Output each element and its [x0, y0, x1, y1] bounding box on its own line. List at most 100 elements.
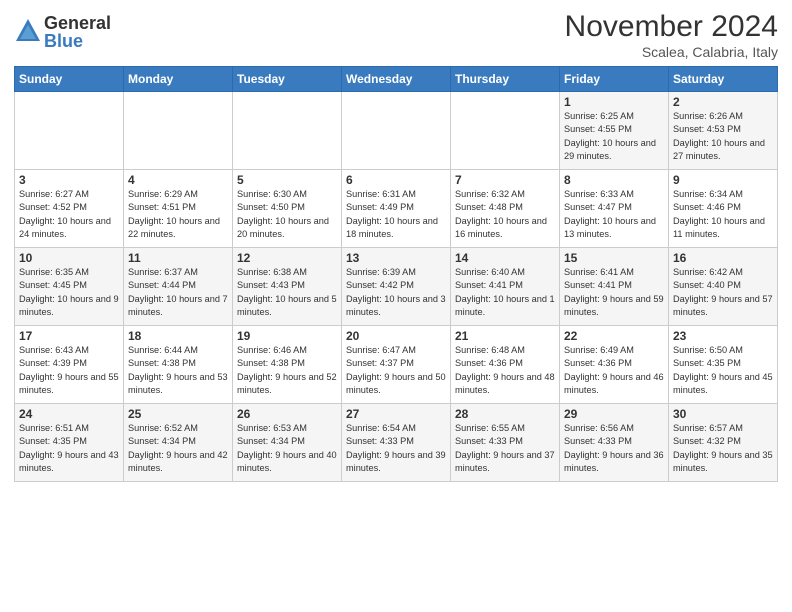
- day-number: 28: [455, 407, 555, 421]
- day-info: Sunrise: 6:46 AM Sunset: 4:38 PM Dayligh…: [237, 344, 337, 397]
- day-number: 16: [673, 251, 773, 265]
- day-info: Sunrise: 6:38 AM Sunset: 4:43 PM Dayligh…: [237, 266, 337, 319]
- day-number: 10: [19, 251, 119, 265]
- day-number: 13: [346, 251, 446, 265]
- day-info: Sunrise: 6:37 AM Sunset: 4:44 PM Dayligh…: [128, 266, 228, 319]
- day-number: 9: [673, 173, 773, 187]
- day-info: Sunrise: 6:25 AM Sunset: 4:55 PM Dayligh…: [564, 110, 664, 163]
- day-number: 25: [128, 407, 228, 421]
- day-info: Sunrise: 6:26 AM Sunset: 4:53 PM Dayligh…: [673, 110, 773, 163]
- day-number: 8: [564, 173, 664, 187]
- day-info: Sunrise: 6:30 AM Sunset: 4:50 PM Dayligh…: [237, 188, 337, 241]
- day-number: 20: [346, 329, 446, 343]
- day-number: 27: [346, 407, 446, 421]
- day-info: Sunrise: 6:39 AM Sunset: 4:42 PM Dayligh…: [346, 266, 446, 319]
- header: General Blue November 2024 Scalea, Calab…: [14, 10, 778, 60]
- table-row: 29Sunrise: 6:56 AM Sunset: 4:33 PM Dayli…: [560, 404, 669, 482]
- month-title: November 2024: [565, 10, 778, 44]
- day-info: Sunrise: 6:43 AM Sunset: 4:39 PM Dayligh…: [19, 344, 119, 397]
- logo-text: General Blue: [44, 14, 111, 50]
- table-row: 27Sunrise: 6:54 AM Sunset: 4:33 PM Dayli…: [342, 404, 451, 482]
- table-row: 7Sunrise: 6:32 AM Sunset: 4:48 PM Daylig…: [451, 170, 560, 248]
- table-row: 18Sunrise: 6:44 AM Sunset: 4:38 PM Dayli…: [124, 326, 233, 404]
- table-row: 17Sunrise: 6:43 AM Sunset: 4:39 PM Dayli…: [15, 326, 124, 404]
- day-number: 12: [237, 251, 337, 265]
- table-row: 5Sunrise: 6:30 AM Sunset: 4:50 PM Daylig…: [233, 170, 342, 248]
- logo-icon: [14, 17, 42, 45]
- table-row: 11Sunrise: 6:37 AM Sunset: 4:44 PM Dayli…: [124, 248, 233, 326]
- day-number: 22: [564, 329, 664, 343]
- day-number: 6: [346, 173, 446, 187]
- table-row: [15, 92, 124, 170]
- table-row: 10Sunrise: 6:35 AM Sunset: 4:45 PM Dayli…: [15, 248, 124, 326]
- day-number: 26: [237, 407, 337, 421]
- day-info: Sunrise: 6:40 AM Sunset: 4:41 PM Dayligh…: [455, 266, 555, 319]
- day-number: 23: [673, 329, 773, 343]
- table-row: 1Sunrise: 6:25 AM Sunset: 4:55 PM Daylig…: [560, 92, 669, 170]
- calendar-body: 1Sunrise: 6:25 AM Sunset: 4:55 PM Daylig…: [15, 92, 778, 482]
- calendar-header: Sunday Monday Tuesday Wednesday Thursday…: [15, 67, 778, 92]
- table-row: 24Sunrise: 6:51 AM Sunset: 4:35 PM Dayli…: [15, 404, 124, 482]
- table-row: 15Sunrise: 6:41 AM Sunset: 4:41 PM Dayli…: [560, 248, 669, 326]
- day-info: Sunrise: 6:54 AM Sunset: 4:33 PM Dayligh…: [346, 422, 446, 475]
- logo-general: General: [44, 14, 111, 32]
- table-row: 9Sunrise: 6:34 AM Sunset: 4:46 PM Daylig…: [669, 170, 778, 248]
- table-row: 16Sunrise: 6:42 AM Sunset: 4:40 PM Dayli…: [669, 248, 778, 326]
- day-number: 1: [564, 95, 664, 109]
- table-row: [233, 92, 342, 170]
- table-row: 28Sunrise: 6:55 AM Sunset: 4:33 PM Dayli…: [451, 404, 560, 482]
- day-info: Sunrise: 6:41 AM Sunset: 4:41 PM Dayligh…: [564, 266, 664, 319]
- day-number: 7: [455, 173, 555, 187]
- title-block: November 2024 Scalea, Calabria, Italy: [565, 10, 778, 60]
- day-info: Sunrise: 6:53 AM Sunset: 4:34 PM Dayligh…: [237, 422, 337, 475]
- header-saturday: Saturday: [669, 67, 778, 92]
- table-row: [451, 92, 560, 170]
- day-info: Sunrise: 6:29 AM Sunset: 4:51 PM Dayligh…: [128, 188, 228, 241]
- header-friday: Friday: [560, 67, 669, 92]
- day-info: Sunrise: 6:48 AM Sunset: 4:36 PM Dayligh…: [455, 344, 555, 397]
- day-info: Sunrise: 6:33 AM Sunset: 4:47 PM Dayligh…: [564, 188, 664, 241]
- day-number: 24: [19, 407, 119, 421]
- table-row: 21Sunrise: 6:48 AM Sunset: 4:36 PM Dayli…: [451, 326, 560, 404]
- location: Scalea, Calabria, Italy: [565, 44, 778, 60]
- table-row: [342, 92, 451, 170]
- day-info: Sunrise: 6:31 AM Sunset: 4:49 PM Dayligh…: [346, 188, 446, 241]
- table-row: 20Sunrise: 6:47 AM Sunset: 4:37 PM Dayli…: [342, 326, 451, 404]
- day-number: 15: [564, 251, 664, 265]
- table-row: 13Sunrise: 6:39 AM Sunset: 4:42 PM Dayli…: [342, 248, 451, 326]
- day-info: Sunrise: 6:47 AM Sunset: 4:37 PM Dayligh…: [346, 344, 446, 397]
- table-row: 12Sunrise: 6:38 AM Sunset: 4:43 PM Dayli…: [233, 248, 342, 326]
- day-number: 21: [455, 329, 555, 343]
- day-info: Sunrise: 6:57 AM Sunset: 4:32 PM Dayligh…: [673, 422, 773, 475]
- day-number: 19: [237, 329, 337, 343]
- table-row: 3Sunrise: 6:27 AM Sunset: 4:52 PM Daylig…: [15, 170, 124, 248]
- day-info: Sunrise: 6:32 AM Sunset: 4:48 PM Dayligh…: [455, 188, 555, 241]
- day-info: Sunrise: 6:34 AM Sunset: 4:46 PM Dayligh…: [673, 188, 773, 241]
- day-info: Sunrise: 6:35 AM Sunset: 4:45 PM Dayligh…: [19, 266, 119, 319]
- day-number: 2: [673, 95, 773, 109]
- day-info: Sunrise: 6:55 AM Sunset: 4:33 PM Dayligh…: [455, 422, 555, 475]
- header-sunday: Sunday: [15, 67, 124, 92]
- day-number: 11: [128, 251, 228, 265]
- day-number: 29: [564, 407, 664, 421]
- day-number: 17: [19, 329, 119, 343]
- table-row: 2Sunrise: 6:26 AM Sunset: 4:53 PM Daylig…: [669, 92, 778, 170]
- table-row: 23Sunrise: 6:50 AM Sunset: 4:35 PM Dayli…: [669, 326, 778, 404]
- header-monday: Monday: [124, 67, 233, 92]
- header-tuesday: Tuesday: [233, 67, 342, 92]
- day-number: 5: [237, 173, 337, 187]
- logo-blue: Blue: [44, 32, 111, 50]
- table-row: 6Sunrise: 6:31 AM Sunset: 4:49 PM Daylig…: [342, 170, 451, 248]
- day-number: 3: [19, 173, 119, 187]
- day-info: Sunrise: 6:49 AM Sunset: 4:36 PM Dayligh…: [564, 344, 664, 397]
- table-row: 14Sunrise: 6:40 AM Sunset: 4:41 PM Dayli…: [451, 248, 560, 326]
- table-row: 19Sunrise: 6:46 AM Sunset: 4:38 PM Dayli…: [233, 326, 342, 404]
- day-number: 30: [673, 407, 773, 421]
- day-info: Sunrise: 6:27 AM Sunset: 4:52 PM Dayligh…: [19, 188, 119, 241]
- table-row: 22Sunrise: 6:49 AM Sunset: 4:36 PM Dayli…: [560, 326, 669, 404]
- day-info: Sunrise: 6:44 AM Sunset: 4:38 PM Dayligh…: [128, 344, 228, 397]
- day-info: Sunrise: 6:51 AM Sunset: 4:35 PM Dayligh…: [19, 422, 119, 475]
- logo: General Blue: [14, 14, 111, 50]
- day-info: Sunrise: 6:42 AM Sunset: 4:40 PM Dayligh…: [673, 266, 773, 319]
- table-row: [124, 92, 233, 170]
